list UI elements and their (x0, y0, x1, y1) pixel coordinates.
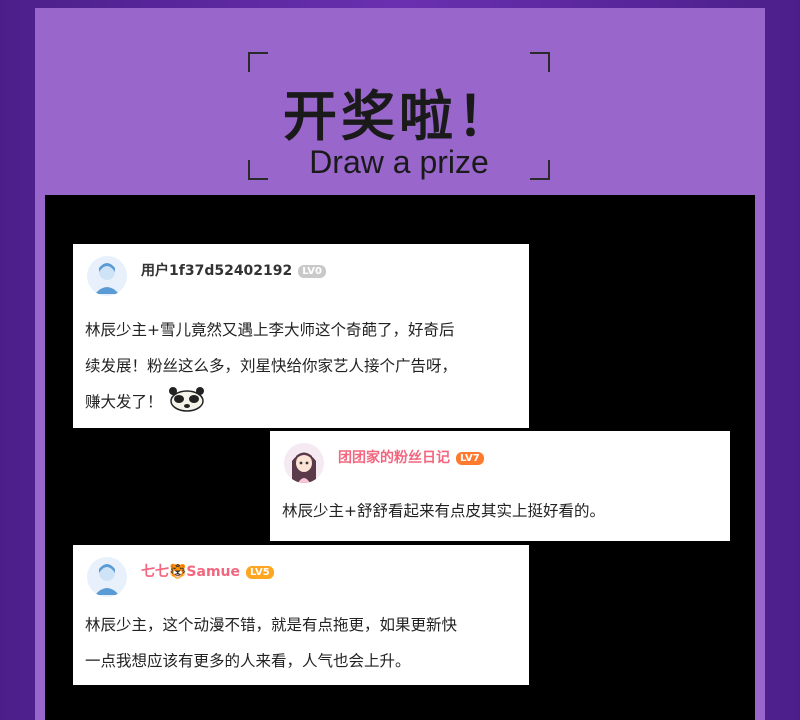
comment-header: 用户1f37d52402192 LV0 (73, 244, 529, 304)
title-frame: 开奖啦！ Draw a prize (248, 52, 550, 180)
comment-username[interactable]: 用户1f37d52402192 LV0 (141, 260, 326, 280)
title-chinese: 开奖啦！ (283, 85, 515, 148)
username-text: 用户1f37d52402192 (141, 263, 293, 279)
avatar[interactable] (87, 256, 127, 296)
comment-username[interactable]: 团团家的粉丝日记 LV7 (338, 447, 484, 467)
comment-body: 林辰少主，这个动漫不错，就是有点拖更，如果更新快 一点我想应该有更多的人来看，人… (85, 607, 517, 679)
frame-corner (248, 52, 268, 72)
comment-line-text: 赚大发了！ (85, 393, 163, 411)
comment-line: 林辰少主+舒舒看起来有点皮其实上挺好看的。 (282, 502, 605, 520)
username-text: 团团家的粉丝日记 (338, 450, 450, 466)
username-text: 七七🐯Samue (141, 564, 241, 580)
avatar[interactable] (284, 443, 324, 483)
comment-line: 林辰少主+雪儿竟然又遇上李大师这个奇葩了，好奇后 (85, 321, 455, 339)
comment-body: 林辰少主+雪儿竟然又遇上李大师这个奇葩了，好奇后 续发展！粉丝这么多，刘星快给你… (85, 312, 517, 426)
anime-girl-avatar-icon (284, 443, 324, 483)
comment-line: 林辰少主，这个动漫不错，就是有点拖更，如果更新快 (85, 616, 458, 634)
panda-sticker-icon (167, 387, 207, 426)
title-english: Draw a prize (309, 144, 489, 180)
comment-header: 团团家的粉丝日记 LV7 (270, 431, 730, 491)
frame-corner (530, 52, 550, 72)
comment-card: 团团家的粉丝日记 LV7 林辰少主+舒舒看起来有点皮其实上挺好看的。 (270, 431, 730, 541)
comment-line: 赚大发了！ (85, 384, 517, 426)
avatar[interactable] (87, 557, 127, 597)
comment-card: 七七🐯Samue LV5 林辰少主，这个动漫不错，就是有点拖更，如果更新快 一点我… (73, 545, 529, 685)
comment-line: 一点我想应该有更多的人来看，人气也会上升。 (85, 652, 411, 670)
comment-line: 续发展！粉丝这么多，刘星快给你家艺人接个广告呀， (85, 357, 458, 375)
comment-username[interactable]: 七七🐯Samue LV5 (141, 561, 274, 581)
comment-header: 七七🐯Samue LV5 (73, 545, 529, 605)
level-badge: LV0 (298, 265, 326, 278)
level-badge: LV5 (246, 566, 274, 579)
comment-body: 林辰少主+舒舒看起来有点皮其实上挺好看的。 (282, 493, 718, 529)
user-avatar-icon (87, 256, 127, 296)
comment-card: 用户1f37d52402192 LV0 林辰少主+雪儿竟然又遇上李大师这个奇葩了，… (73, 244, 529, 428)
level-badge: LV7 (456, 452, 484, 465)
user-avatar-icon (87, 557, 127, 597)
